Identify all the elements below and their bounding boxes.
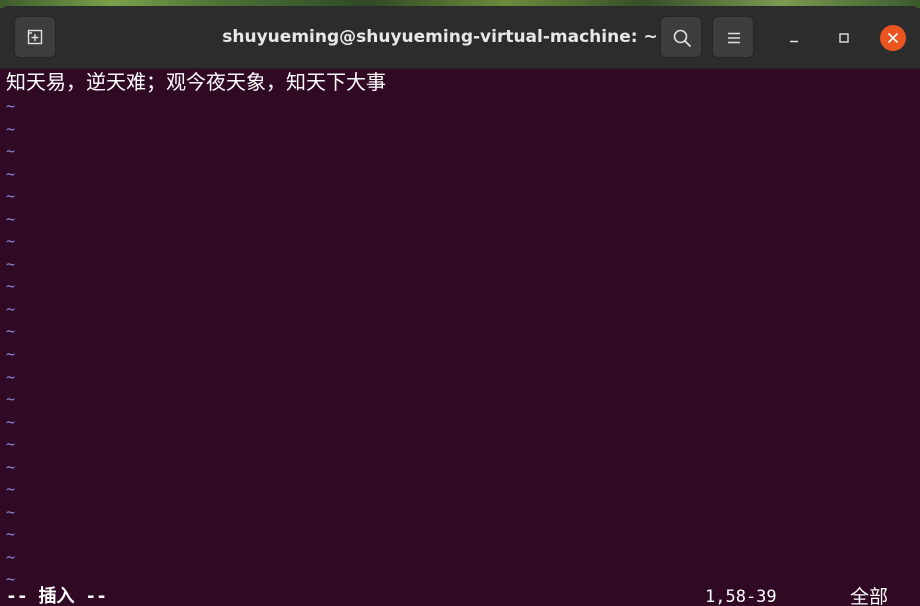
mode-indicator: -- 插入 -- [6, 586, 108, 606]
search-button[interactable] [660, 16, 702, 58]
empty-line-tilde: ~ [6, 254, 16, 273]
maximize-icon [839, 33, 849, 43]
empty-line-tilde: ~ [6, 412, 16, 431]
maximize-button[interactable] [831, 25, 857, 51]
empty-line-tilde: ~ [6, 277, 16, 296]
empty-line-tilde: ~ [6, 119, 16, 138]
empty-line-markers: ~ ~ ~ ~ ~ ~ ~ ~ ~ ~ ~ ~ ~ ~ ~ ~ ~ ~ ~ ~ ~ ~ [6, 95, 26, 591]
editor-line-1[interactable]: 知天易，逆天难；观今夜天象，知天下大事 [6, 69, 386, 95]
search-icon [672, 28, 692, 48]
empty-line-tilde: ~ [6, 164, 16, 183]
empty-line-tilde: ~ [6, 345, 16, 364]
empty-line-tilde: ~ [6, 502, 16, 521]
titlebar: shuyueming@shuyueming-virtual-machine: ~ [0, 6, 920, 69]
terminal-window: shuyueming@shuyueming-virtual-machine: ~ [0, 6, 920, 606]
new-tab-icon [27, 29, 43, 45]
empty-line-tilde: ~ [6, 322, 16, 341]
minimize-button[interactable] [781, 25, 807, 51]
close-button[interactable] [880, 25, 906, 51]
empty-line-tilde: ~ [6, 142, 16, 161]
empty-line-tilde: ~ [6, 232, 16, 251]
empty-line-tilde: ~ [6, 435, 16, 454]
scroll-percent: 全部 [850, 586, 889, 606]
empty-line-tilde: ~ [6, 525, 16, 544]
empty-line-tilde: ~ [6, 480, 16, 499]
empty-line-tilde: ~ [6, 97, 16, 115]
close-icon [887, 32, 899, 44]
empty-line-tilde: ~ [6, 209, 16, 228]
empty-line-tilde: ~ [6, 187, 16, 206]
empty-line-tilde: ~ [6, 457, 16, 476]
empty-line-tilde: ~ [6, 547, 16, 566]
vim-status-line: -- 插入 -- 1,58-39 全部 [0, 580, 920, 606]
window-title: shuyueming@shuyueming-virtual-machine: ~ [222, 27, 658, 47]
minimize-icon [789, 33, 799, 43]
hamburger-menu-icon [726, 30, 742, 46]
cursor-position: 1,58-39 [705, 587, 777, 606]
empty-line-tilde: ~ [6, 390, 16, 409]
new-tab-button[interactable] [14, 16, 56, 58]
terminal-area[interactable]: 知天易，逆天难；观今夜天象，知天下大事 ~ ~ ~ ~ ~ ~ ~ ~ ~ ~ ~ ~ ~ ~ ~ ~ ~ ~ ~ ~… [0, 68, 920, 606]
menu-button[interactable] [712, 16, 754, 58]
empty-line-tilde: ~ [6, 367, 16, 386]
empty-line-tilde: ~ [6, 299, 16, 318]
